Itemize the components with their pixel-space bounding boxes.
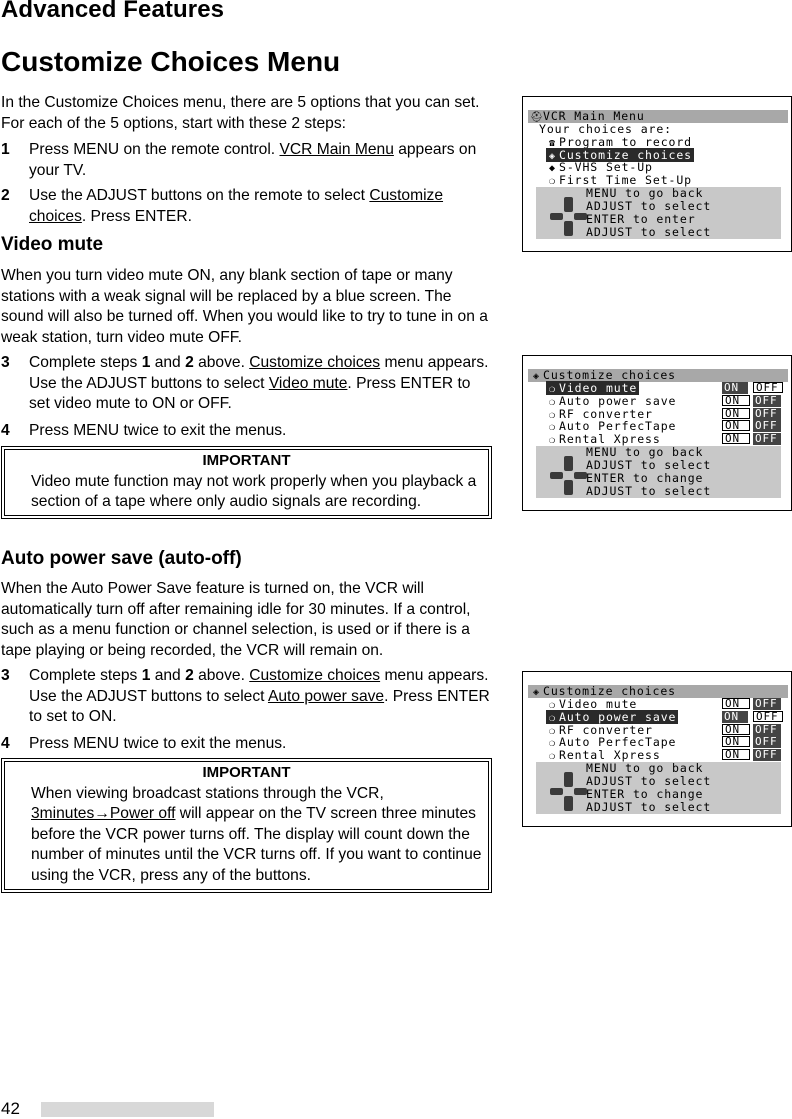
- link-customize-choices: Customize choices: [249, 667, 381, 684]
- auto-power-step-4: 4 Press MENU twice to exit the menus.: [1, 734, 491, 755]
- page-title: Customize Choices Menu: [1, 46, 341, 77]
- important-line-1: When viewing broadcast stations through …: [31, 784, 384, 802]
- video-mute-paragraph: When you turn video mute ON, any blank s…: [1, 267, 488, 346]
- link-video-mute: Video mute: [268, 374, 348, 392]
- important-box-video-mute: IMPORTANT Video mute function may not wo…: [1, 446, 492, 519]
- important-box-auto-power: IMPORTANT When viewing broadcast station…: [1, 758, 492, 893]
- help-adjust-down: ADJUST to select: [586, 224, 712, 239]
- toggle-off[interactable]: OFF: [753, 749, 781, 762]
- osd-customize-choices-video-mute: ◈ Customize choices ❍ Video mute ON OFF ❍ Aut…: [522, 355, 792, 511]
- osd-help-panel: MENU to go back ADJUST to select ENTER t…: [536, 186, 781, 239]
- step-text: Press MENU twice to exit the menus.: [29, 735, 287, 752]
- step-number: 4: [1, 422, 10, 439]
- step-text: Press MENU on the remote control.: [29, 141, 280, 158]
- intro-paragraph: In the Customize Choices menu, there are…: [1, 94, 480, 132]
- step-number: 4: [1, 735, 10, 752]
- auto-power-heading: Auto power save (auto-off): [1, 548, 242, 569]
- link-customize-choices: Customize choices: [249, 354, 381, 371]
- osd-help-panel: MENU to go back ADJUST to select ENTER t…: [536, 445, 781, 498]
- link-vcr-main-menu: VCR Main Menu: [279, 141, 394, 158]
- step-text: Use the ADJUST buttons on the remote to …: [29, 187, 370, 204]
- video-mute-step-3: 3 Complete steps 1 and 2 above. Customiz…: [1, 353, 491, 415]
- important-title: IMPORTANT: [202, 764, 291, 781]
- link-auto-power-save: Auto power save: [267, 687, 385, 705]
- toggle-on[interactable]: ON: [722, 698, 750, 709]
- toggle-on[interactable]: ON: [722, 736, 750, 748]
- step-number: 1: [1, 141, 10, 158]
- page-number: 42: [1, 1099, 20, 1118]
- toggle-on[interactable]: ON: [722, 749, 750, 761]
- toggle-off[interactable]: OFF: [753, 433, 781, 446]
- step-number: 3: [1, 667, 10, 684]
- toggle-on[interactable]: ON: [722, 382, 748, 394]
- step-2: 2 Use the ADJUST buttons on the remote t…: [1, 186, 491, 227]
- step-text: Press MENU twice to exit the menus.: [29, 422, 287, 439]
- toggle-off[interactable]: OFF: [753, 420, 781, 433]
- auto-power-paragraph: When the Auto Power Save feature is turn…: [1, 580, 471, 659]
- toggle-off[interactable]: OFF: [753, 382, 783, 393]
- toggle-on[interactable]: ON: [722, 723, 750, 735]
- toggle-off[interactable]: OFF: [753, 698, 781, 710]
- video-mute-step-4: 4 Press MENU twice to exit the menus.: [1, 421, 491, 442]
- toggle-on[interactable]: ON: [722, 433, 750, 445]
- osd-title: Customize choices: [543, 684, 677, 698]
- power-off-display-text: 3minutes→Power off: [31, 805, 176, 823]
- toggle-on[interactable]: ON: [722, 710, 748, 723]
- dpad-icon: [550, 455, 590, 496]
- auto-power-step-3: 3 Complete steps 1 and 2 above. Customiz…: [1, 666, 491, 728]
- dpad-icon: [550, 196, 590, 237]
- footer-bar: [41, 1102, 214, 1117]
- important-title: IMPORTANT: [202, 452, 291, 469]
- help-adjust-down: ADJUST to select: [586, 483, 712, 498]
- section-header: Advanced Features: [1, 0, 225, 23]
- video-mute-heading: Video mute: [1, 234, 104, 255]
- osd-title: VCR Main Menu: [543, 109, 645, 123]
- step-number: 3: [1, 354, 10, 371]
- help-adjust-down: ADJUST to select: [586, 799, 712, 814]
- toggle-on[interactable]: ON: [722, 420, 750, 432]
- osd-customize-choices-auto-power: ◈ Customize choices ❍ Video mute ON OFF ❍ Aut…: [522, 671, 792, 827]
- osd-vcr-main-menu: ⛑VCR Main Menu Your choices are: ☎ Progra…: [522, 96, 792, 252]
- osd-help-panel: MENU to go back ADJUST to select ENTER t…: [536, 761, 781, 814]
- toggle-off[interactable]: OFF: [753, 723, 781, 736]
- important-text: Video mute function may not work properl…: [31, 472, 477, 511]
- toggle-on[interactable]: ON: [722, 407, 750, 419]
- osd-title: Customize choices: [543, 368, 677, 382]
- step-text: . Press ENTER.: [81, 207, 192, 225]
- toggle-off[interactable]: OFF: [753, 736, 781, 749]
- dpad-icon: [550, 771, 590, 812]
- toggle-off[interactable]: OFF: [753, 394, 781, 407]
- step-number: 2: [1, 187, 10, 204]
- toggle-on[interactable]: ON: [722, 394, 750, 406]
- toggle-off[interactable]: OFF: [753, 407, 781, 420]
- toggle-off[interactable]: OFF: [753, 710, 783, 722]
- step-1: 1 Press MENU on the remote control. VCR …: [1, 140, 491, 181]
